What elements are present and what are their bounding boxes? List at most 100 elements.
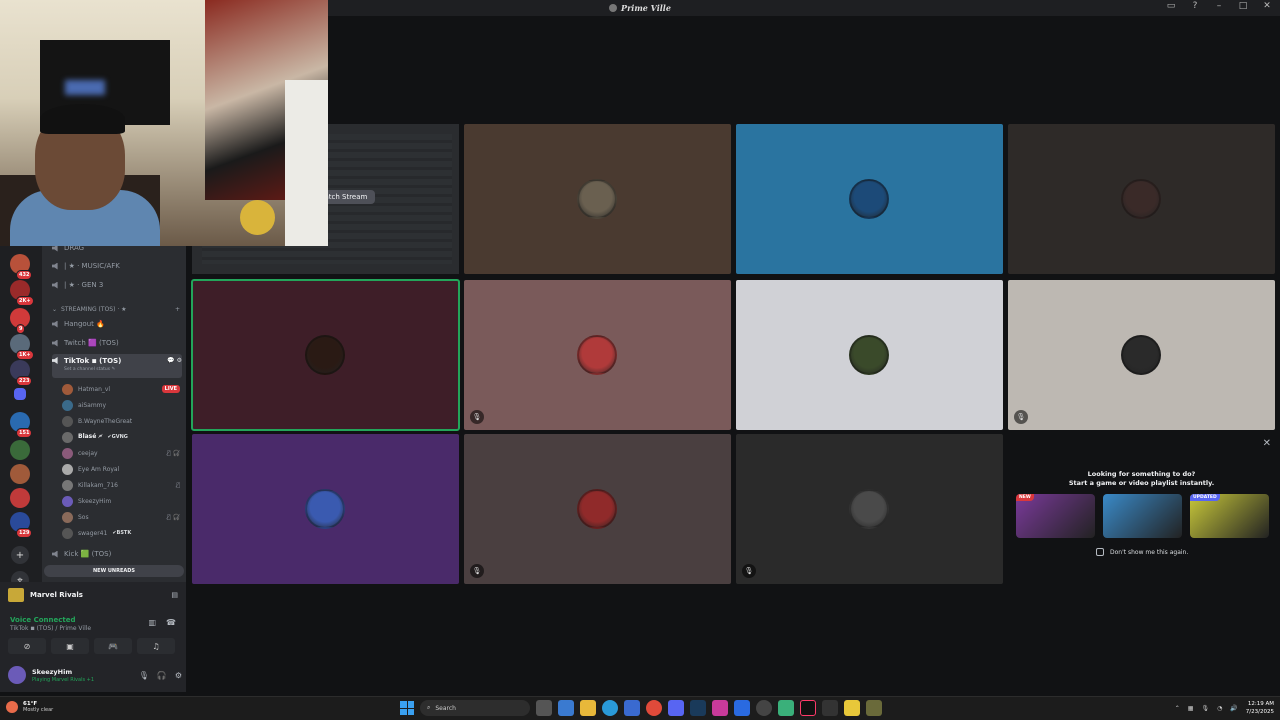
file-explorer-icon[interactable] bbox=[580, 700, 596, 716]
tray-icon[interactable]: ▦ bbox=[1188, 705, 1194, 712]
participant-tile[interactable]: 🎙 bbox=[464, 434, 731, 584]
steam-icon[interactable] bbox=[690, 700, 706, 716]
store-icon[interactable] bbox=[624, 700, 640, 716]
avatar bbox=[577, 179, 617, 219]
voice-member[interactable]: swager41 ✔BSTK bbox=[62, 526, 180, 540]
edge-icon[interactable] bbox=[602, 700, 618, 716]
avatar bbox=[62, 479, 73, 491]
category-streaming[interactable]: ⌄ STREAMING (TOS) · ★ + bbox=[52, 303, 180, 315]
gear-icon[interactable]: ⚙ bbox=[175, 671, 182, 680]
start-icon[interactable] bbox=[400, 701, 414, 715]
sticky-notes-icon[interactable] bbox=[844, 700, 860, 716]
weather-widget[interactable]: 61°F Mostly clear bbox=[6, 701, 53, 713]
participant-tile[interactable] bbox=[192, 434, 459, 584]
voice-connected-status[interactable]: Voice Connected bbox=[10, 616, 76, 624]
server-title: Prime Ville bbox=[609, 3, 671, 13]
activity-icon[interactable]: 🎮 bbox=[94, 638, 132, 654]
add-server-icon[interactable]: + bbox=[11, 546, 29, 564]
inbox-icon[interactable]: ▭ bbox=[1164, 1, 1178, 11]
channel-actions-icon[interactable]: 💬 ⚙ bbox=[167, 357, 182, 364]
microphone-icon[interactable]: 🎙 bbox=[1201, 705, 1209, 712]
activity-row[interactable]: Marvel Rivals ▤ bbox=[8, 588, 178, 602]
task-view-icon[interactable] bbox=[536, 700, 552, 716]
wifi-icon[interactable]: ◔ bbox=[1217, 705, 1222, 712]
clock[interactable]: 12:19 AM 7/23/2025 bbox=[1246, 700, 1274, 716]
windows-taskbar: 61°F Mostly clear ⌕ Search ⌃ ▦ 🎙 ◔ 🔊 12:… bbox=[0, 696, 1280, 720]
voice-channel-hangout[interactable]: Hangout 🔥 bbox=[52, 317, 182, 331]
chevron-down-icon: ⌄ bbox=[52, 305, 58, 313]
server-icon[interactable] bbox=[10, 488, 30, 508]
marvel-rivals-icon[interactable] bbox=[866, 700, 882, 716]
voice-channel-music-afk[interactable]: | ★ · MUSIC/AFK bbox=[52, 259, 182, 273]
disconnect-icon[interactable]: ☎ bbox=[166, 618, 176, 627]
server-icon[interactable] bbox=[10, 440, 30, 460]
discord-window: Prime Ville ▭ ? – □ ✕ 432 2K+ 9 1K+ 223 … bbox=[0, 0, 1280, 720]
tiktok-icon[interactable] bbox=[800, 700, 816, 716]
speaker-icon bbox=[52, 281, 58, 289]
voice-member[interactable]: B.WayneTheGreat bbox=[62, 414, 180, 428]
participant-tile[interactable]: 🎙 bbox=[1008, 280, 1275, 430]
participant-tile[interactable] bbox=[736, 280, 1003, 430]
activity-game-card[interactable]: UPDATED bbox=[1190, 494, 1269, 538]
help-icon[interactable]: ? bbox=[1188, 1, 1202, 11]
folder-icon[interactable] bbox=[14, 388, 26, 400]
microphone-icon[interactable]: 🎙 bbox=[139, 671, 149, 680]
participant-tile[interactable]: 🎙 bbox=[464, 280, 731, 430]
app-icon[interactable] bbox=[778, 700, 794, 716]
checkbox-icon[interactable] bbox=[1096, 548, 1104, 556]
current-user[interactable]: SkeezyHim Playing Marvel Rivals +1 🎙 🎧 ⚙ bbox=[8, 666, 182, 684]
participant-tile[interactable] bbox=[736, 124, 1003, 274]
activity-games: NEW UPDATED bbox=[1016, 494, 1269, 538]
maximize-button[interactable]: □ bbox=[1236, 1, 1250, 11]
chatgpt-icon[interactable] bbox=[756, 700, 772, 716]
voice-member[interactable]: aiSammy bbox=[62, 398, 180, 412]
discord-icon[interactable] bbox=[668, 700, 684, 716]
headphones-icon[interactable]: 🎧 bbox=[157, 671, 167, 680]
camera-off-icon[interactable]: ⊘ bbox=[8, 638, 46, 654]
participant-tile-raccoon[interactable] bbox=[464, 124, 731, 274]
soundboard-icon[interactable]: ♫ bbox=[137, 638, 175, 654]
minimize-button[interactable]: – bbox=[1212, 1, 1226, 11]
voice-member[interactable]: Killakam_716 🎙̸ bbox=[62, 478, 180, 492]
avatar bbox=[577, 335, 617, 375]
copilot-icon[interactable] bbox=[558, 700, 574, 716]
muted-icon: 🎙 bbox=[470, 410, 484, 424]
add-channel-icon[interactable]: + bbox=[175, 306, 180, 313]
participant-tile-speaking[interactable] bbox=[191, 279, 460, 431]
app-icon[interactable] bbox=[822, 700, 838, 716]
participant-tile[interactable] bbox=[1008, 124, 1275, 274]
instagram-icon[interactable] bbox=[712, 700, 728, 716]
activity-menu-icon[interactable]: ▤ bbox=[171, 591, 178, 599]
noise-suppression-icon[interactable]: ▥ bbox=[148, 618, 156, 627]
voice-channel-tiktok[interactable]: TikTok ◾ (TOS) Set a channel status ✎ 💬 … bbox=[52, 354, 182, 378]
new-unreads-button[interactable]: NEW UNREADS bbox=[44, 565, 184, 577]
voice-member[interactable]: SkeezyHim bbox=[62, 494, 180, 508]
volume-icon[interactable]: 🔊 bbox=[1230, 705, 1237, 712]
voice-member[interactable]: Eye Am Royal bbox=[62, 462, 180, 476]
voice-member[interactable]: ceejay 🎙̸ 🎧̸ bbox=[62, 446, 180, 460]
close-icon[interactable]: ✕ bbox=[1263, 438, 1271, 449]
server-icon[interactable] bbox=[10, 464, 30, 484]
participant-tile[interactable]: 🎙 bbox=[736, 434, 1003, 584]
chrome-icon[interactable] bbox=[646, 700, 662, 716]
avatar bbox=[62, 399, 73, 411]
close-button[interactable]: ✕ bbox=[1260, 1, 1274, 11]
voice-member[interactable]: Sos 🎙̸ 🎧̸ bbox=[62, 510, 180, 524]
channel-status[interactable]: Set a channel status ✎ bbox=[64, 367, 121, 372]
prompt-subtitle: Start a game or video playlist instantly… bbox=[1068, 479, 1215, 487]
activity-game-card[interactable] bbox=[1103, 494, 1182, 538]
app-icon[interactable] bbox=[734, 700, 750, 716]
dont-show-checkbox[interactable]: Don't show me this again. bbox=[1096, 548, 1188, 556]
voice-channel-gen3[interactable]: | ★ · GEN 3 bbox=[52, 278, 182, 292]
voice-channel-twitch[interactable]: Twitch 🟪 (TOS) bbox=[52, 336, 182, 350]
voice-channel-path[interactable]: TikTok ◾ (TOS) / Prime Ville bbox=[10, 625, 91, 632]
voice-member[interactable]: Hatman_vl LIVE bbox=[62, 382, 180, 396]
activity-game-card[interactable]: NEW bbox=[1016, 494, 1095, 538]
voice-member[interactable]: Blasé 🗲 ✔GVNG bbox=[62, 430, 180, 444]
chevron-up-icon[interactable]: ⌃ bbox=[1175, 705, 1180, 712]
avatar bbox=[305, 335, 345, 375]
taskbar-search[interactable]: ⌕ Search bbox=[420, 700, 530, 716]
screen-share-icon[interactable]: ▣ bbox=[51, 638, 89, 654]
voice-channel-kick[interactable]: Kick 🟩 (TOS) bbox=[52, 547, 182, 561]
channel-label: Twitch 🟪 (TOS) bbox=[64, 339, 119, 347]
